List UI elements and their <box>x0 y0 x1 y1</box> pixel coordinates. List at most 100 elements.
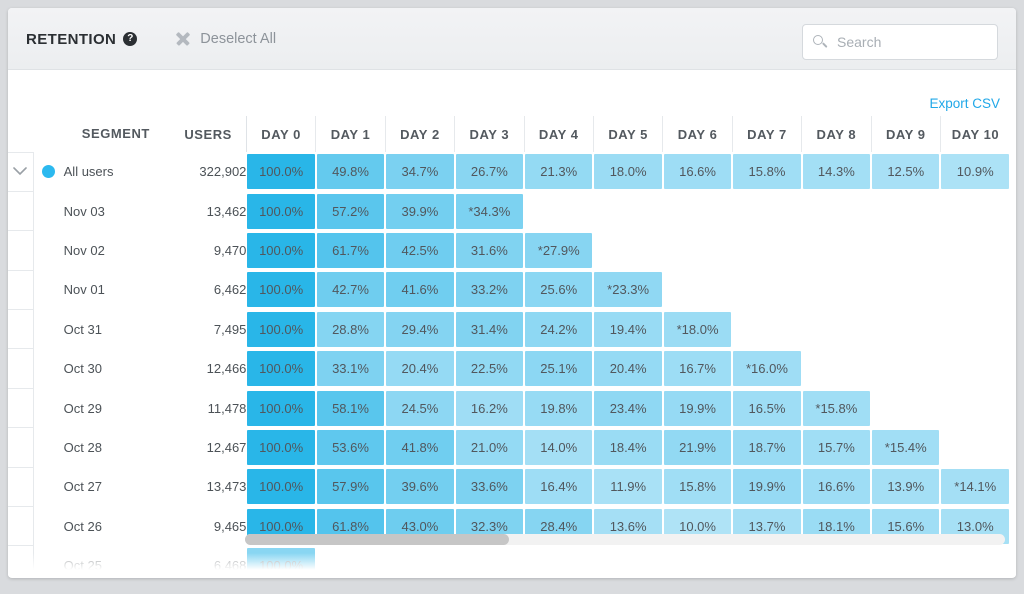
retention-cell[interactable] <box>802 191 871 230</box>
retention-cell[interactable]: 41.6% <box>385 270 454 309</box>
column-header-day-2[interactable]: DAY 2 <box>384 116 455 152</box>
retention-cell[interactable] <box>524 546 593 577</box>
segment-color-dot[interactable] <box>41 165 55 179</box>
retention-cell[interactable]: 100.0% <box>246 231 315 270</box>
retention-cell[interactable]: 31.6% <box>455 231 524 270</box>
retention-cell[interactable] <box>593 231 662 270</box>
retention-cell[interactable]: 29.4% <box>385 310 454 349</box>
retention-cell[interactable]: 100.0% <box>246 428 315 467</box>
retention-cell[interactable]: 16.5% <box>732 388 801 427</box>
retention-cell[interactable]: 34.7% <box>385 152 454 191</box>
retention-cell[interactable]: 58.1% <box>316 388 385 427</box>
retention-cell[interactable] <box>385 546 454 577</box>
retention-cell[interactable] <box>940 546 1010 577</box>
retention-cell[interactable]: *18.0% <box>663 310 732 349</box>
retention-cell[interactable] <box>802 349 871 388</box>
retention-cell[interactable]: 33.6% <box>455 467 524 506</box>
table-row[interactable]: Oct 30 12,466 100.0% 33.1% 20.4% 22.5% 25.1% 20… <box>8 348 1010 389</box>
retention-cell[interactable] <box>940 191 1010 230</box>
horizontal-scrollbar[interactable] <box>245 534 1005 545</box>
retention-cell[interactable]: 14.3% <box>802 152 871 191</box>
retention-cell[interactable] <box>663 191 732 230</box>
retention-cell[interactable]: *14.1% <box>940 467 1010 506</box>
retention-cell[interactable] <box>593 546 662 577</box>
table-row[interactable]: Oct 27 13,473 100.0% 57.9% 39.6% 33.6% 16.4% 11… <box>8 466 1010 507</box>
retention-cell[interactable]: 41.8% <box>385 428 454 467</box>
table-row[interactable]: Oct 29 11,478 100.0% 58.1% 24.5% 16.2% 19.8% 23… <box>8 387 1010 428</box>
table-row[interactable]: Oct 28 12,467 100.0% 53.6% 41.8% 21.0% 14.0% 18… <box>8 427 1010 468</box>
table-row[interactable]: Oct 31 7,495 100.0% 28.8% 29.4% 31.4% 24.2% 19.… <box>8 309 1010 349</box>
column-header-day-6[interactable]: DAY 6 <box>662 116 733 152</box>
column-header-day-4[interactable]: DAY 4 <box>523 116 594 152</box>
retention-cell[interactable]: 21.3% <box>524 152 593 191</box>
retention-cell[interactable]: 21.9% <box>663 428 732 467</box>
retention-cell[interactable] <box>732 546 801 577</box>
retention-cell[interactable] <box>871 270 940 309</box>
retention-cell[interactable]: 25.6% <box>524 270 593 309</box>
retention-cell[interactable]: 22.5% <box>455 349 524 388</box>
retention-cell[interactable]: 42.7% <box>316 270 385 309</box>
retention-cell[interactable]: *27.9% <box>524 231 593 270</box>
column-header-day-0[interactable]: DAY 0 <box>245 116 316 152</box>
retention-cell[interactable] <box>663 270 732 309</box>
retention-cell[interactable]: 16.7% <box>663 349 732 388</box>
retention-cell[interactable] <box>802 310 871 349</box>
column-header-day-3[interactable]: DAY 3 <box>454 116 525 152</box>
retention-cell[interactable]: 31.4% <box>455 310 524 349</box>
retention-cell[interactable]: 100.0% <box>246 152 315 191</box>
retention-cell[interactable] <box>940 231 1010 270</box>
retention-cell[interactable]: 24.2% <box>524 310 593 349</box>
retention-cell[interactable]: 33.1% <box>316 349 385 388</box>
retention-cell[interactable]: 39.9% <box>385 191 454 230</box>
retention-cell[interactable]: 57.9% <box>316 467 385 506</box>
retention-cell[interactable]: 53.6% <box>316 428 385 467</box>
retention-cell[interactable]: 20.4% <box>385 349 454 388</box>
retention-cell[interactable] <box>316 546 385 577</box>
retention-cell[interactable]: 100.0% <box>246 388 315 427</box>
retention-cell[interactable]: 13.9% <box>871 467 940 506</box>
retention-cell[interactable]: 19.4% <box>593 310 662 349</box>
retention-cell[interactable]: 16.2% <box>455 388 524 427</box>
column-header-day-5[interactable]: DAY 5 <box>592 116 663 152</box>
retention-cell[interactable]: *15.8% <box>802 388 871 427</box>
retention-cell[interactable] <box>663 546 732 577</box>
retention-cell[interactable] <box>524 191 593 230</box>
retention-cell[interactable]: 61.7% <box>316 231 385 270</box>
retention-cell[interactable]: 11.9% <box>593 467 662 506</box>
table-row[interactable]: Oct 25 6,468 100.0% <box>8 545 1010 577</box>
retention-cell[interactable]: 16.4% <box>524 467 593 506</box>
retention-cell[interactable] <box>940 349 1010 388</box>
retention-cell[interactable]: 100.0% <box>246 310 315 349</box>
retention-cell[interactable]: 100.0% <box>246 191 315 230</box>
retention-cell[interactable]: 33.2% <box>455 270 524 309</box>
retention-cell[interactable] <box>732 270 801 309</box>
search-input[interactable] <box>837 34 987 50</box>
retention-cell[interactable]: 15.8% <box>732 152 801 191</box>
retention-cell[interactable]: 26.7% <box>455 152 524 191</box>
retention-cell[interactable]: 21.0% <box>455 428 524 467</box>
row-expander-toggle[interactable] <box>8 151 34 192</box>
retention-cell[interactable]: 100.0% <box>246 270 315 309</box>
table-row[interactable]: Nov 03 13,462 100.0% 57.2% 39.9% *34.3% <box>8 190 1010 231</box>
column-header-day-1[interactable]: DAY 1 <box>315 116 386 152</box>
retention-cell[interactable] <box>940 310 1010 349</box>
retention-cell[interactable]: 16.6% <box>802 467 871 506</box>
retention-cell[interactable]: *34.3% <box>455 191 524 230</box>
retention-cell[interactable] <box>871 310 940 349</box>
retention-cell[interactable] <box>802 270 871 309</box>
retention-cell[interactable] <box>871 349 940 388</box>
deselect-all-button[interactable]: Deselect All <box>175 31 276 47</box>
retention-cell[interactable] <box>732 191 801 230</box>
retention-cell[interactable]: 18.0% <box>593 152 662 191</box>
column-header-day-9[interactable]: DAY 9 <box>870 116 941 152</box>
retention-cell[interactable]: 100.0% <box>246 349 315 388</box>
retention-cell[interactable] <box>802 546 871 577</box>
retention-cell[interactable]: 14.0% <box>524 428 593 467</box>
retention-cell[interactable]: *16.0% <box>732 349 801 388</box>
retention-cell[interactable]: 23.4% <box>593 388 662 427</box>
retention-cell[interactable]: 100.0% <box>246 467 315 506</box>
table-row[interactable]: Nov 02 9,470 100.0% 61.7% 42.5% 31.6% *27.9% <box>8 230 1010 271</box>
retention-cell[interactable]: 42.5% <box>385 231 454 270</box>
retention-cell[interactable] <box>871 546 940 577</box>
retention-cell[interactable]: 12.5% <box>871 152 940 191</box>
